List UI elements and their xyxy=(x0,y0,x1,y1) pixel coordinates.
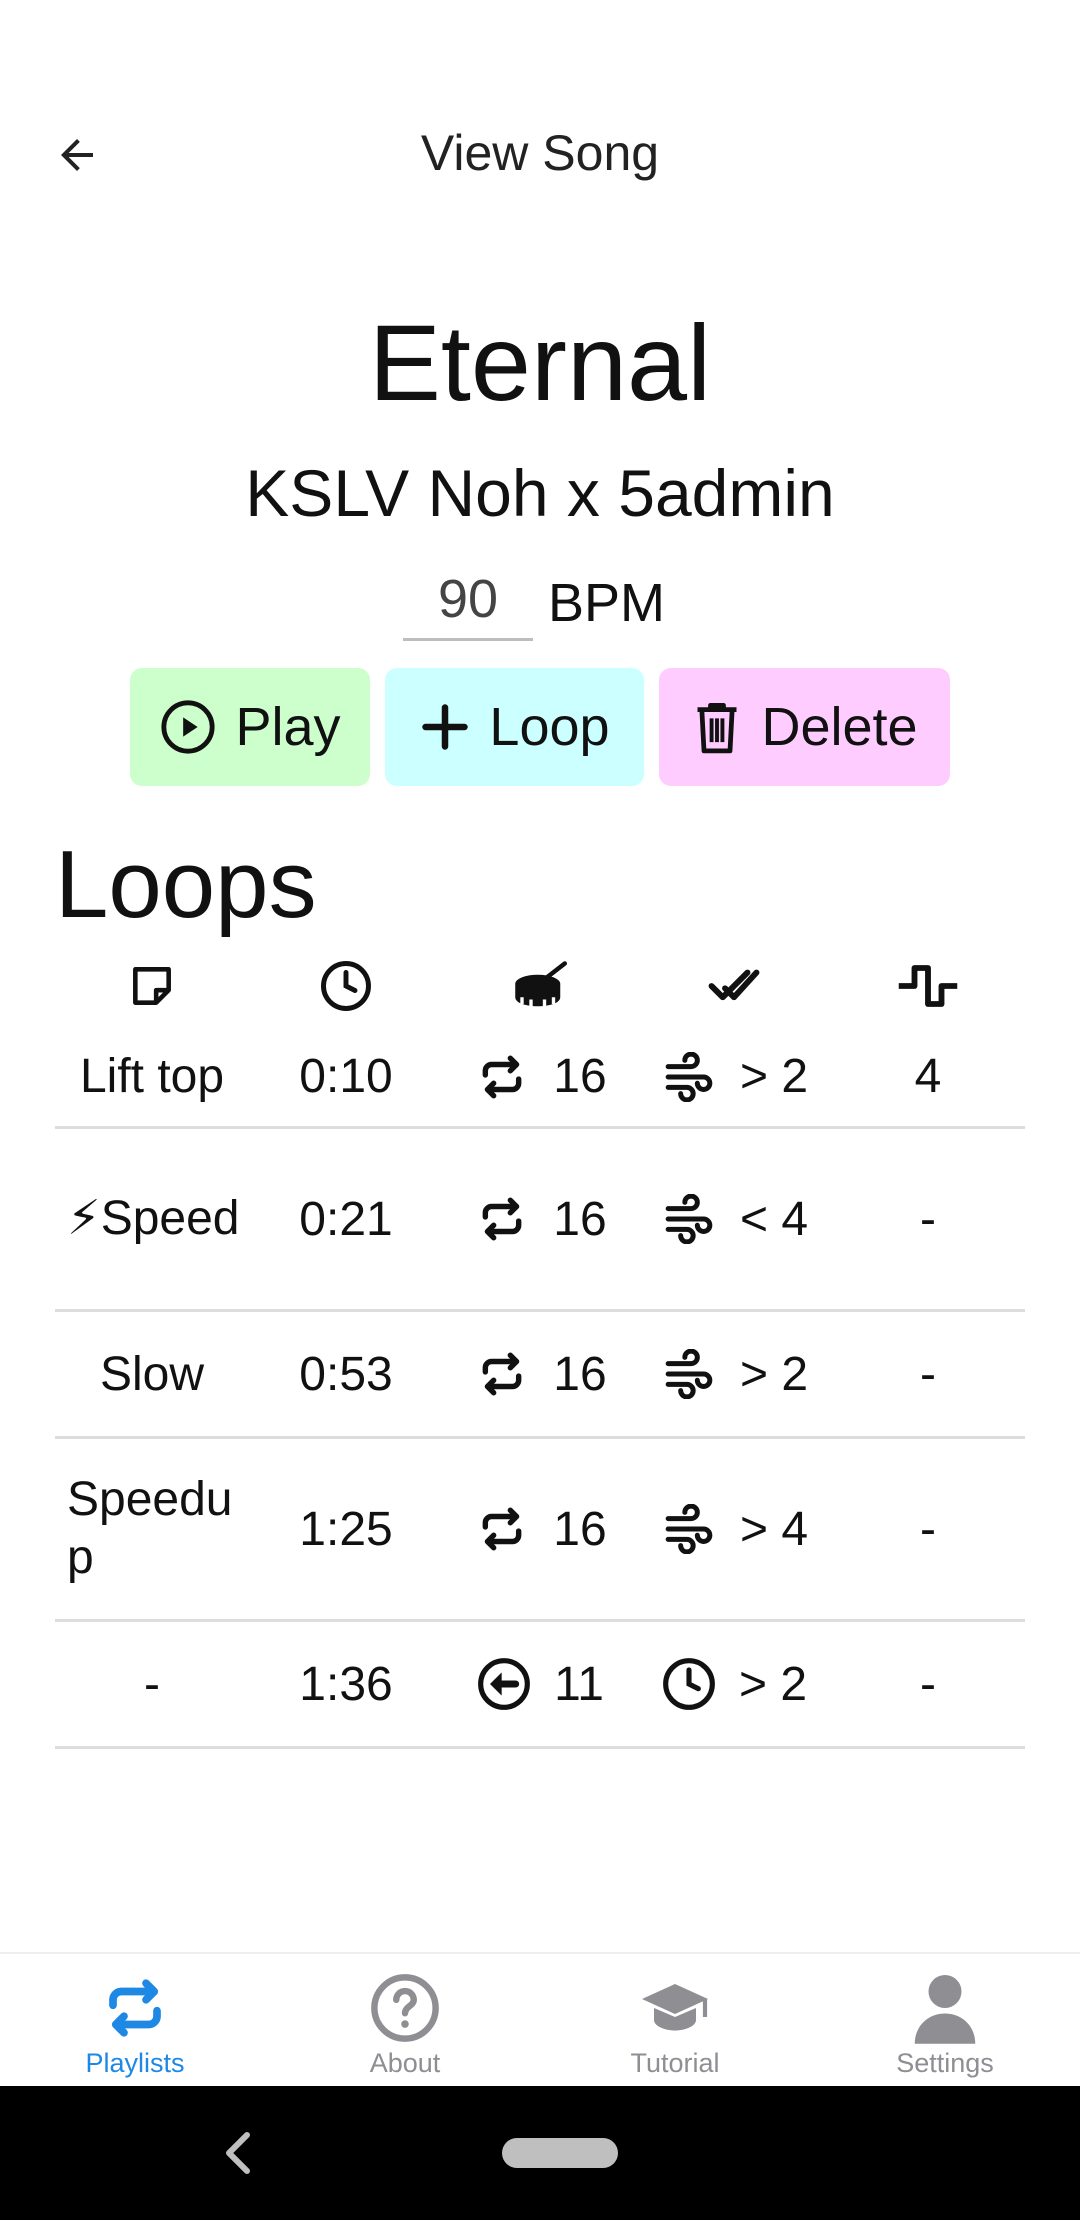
delete-button[interactable]: Delete xyxy=(659,668,950,786)
loop-label: Loop xyxy=(489,697,610,757)
note-icon xyxy=(133,967,171,1005)
loop-extra: - xyxy=(920,1192,936,1246)
nav-back-icon[interactable] xyxy=(220,2128,256,2178)
tab-about[interactable]: About xyxy=(270,1954,540,2088)
loop-name: Slow xyxy=(99,1347,205,1401)
loop-condition: > 2 xyxy=(738,1657,808,1711)
tab-label: About xyxy=(369,2048,441,2078)
song-artist: KSLV Noh x 5admin xyxy=(245,456,835,530)
loop-row[interactable]: ⚡Speed 0:21 16 < 4 - xyxy=(55,1129,1025,1312)
clock-icon xyxy=(663,1658,715,1710)
wind-icon xyxy=(665,1504,713,1554)
loop-condition: > 2 xyxy=(739,1050,809,1103)
loop-repeat-count: 16 xyxy=(553,1502,607,1556)
loop-row[interactable]: Slow 0:53 16 > 2 - xyxy=(55,1312,1025,1439)
loop-name: Speedup xyxy=(67,1473,233,1584)
double-check-icon xyxy=(708,969,760,1001)
loop-row[interactable]: Lift top 0:10 16 > 2 4 xyxy=(55,1027,1025,1129)
wind-icon xyxy=(665,1349,713,1399)
loop-row[interactable]: - 1:36 11 > 2 - xyxy=(55,1622,1025,1749)
tab-playlists[interactable]: Playlists xyxy=(0,1954,270,2088)
loop-repeat-count: 11 xyxy=(554,1657,604,1711)
loop-condition: < 4 xyxy=(739,1192,809,1246)
loop-name: - xyxy=(144,1657,160,1711)
tab-label: Playlists xyxy=(85,2048,185,2078)
system-nav-bar xyxy=(0,2086,1080,2220)
song-title: Eternal xyxy=(368,302,712,423)
repeat-icon xyxy=(482,1507,522,1551)
bpm-input[interactable] xyxy=(403,560,533,641)
loops-table: Lift top 0:10 16 > 2 4 ⚡Speed 0:21 16 < … xyxy=(55,945,1025,1749)
app-header: View Song xyxy=(0,90,1080,220)
loop-time: 0:10 xyxy=(299,1050,393,1103)
loop-repeat-count: 16 xyxy=(553,1050,607,1103)
user-icon xyxy=(914,1975,976,2044)
loop-name: Lift top xyxy=(79,1050,225,1103)
repeat-icon xyxy=(482,1055,522,1098)
bpm-row: BPM xyxy=(0,560,1080,641)
loop-time: 1:36 xyxy=(299,1657,393,1711)
loop-repeat-count: 16 xyxy=(553,1192,607,1246)
drum-icon xyxy=(515,961,567,1007)
loop-row[interactable]: Speedup 1:25 16 > 4 - xyxy=(55,1439,1025,1622)
wind-icon xyxy=(665,1051,713,1102)
loop-time: 0:21 xyxy=(299,1192,393,1246)
loop-extra: - xyxy=(920,1502,936,1556)
play-circle-icon xyxy=(159,698,217,756)
action-row: Play Loop Delete xyxy=(0,668,1080,786)
loop-extra: - xyxy=(920,1657,936,1711)
loop-condition: > 2 xyxy=(739,1347,809,1401)
loop-extra: 4 xyxy=(914,1050,942,1103)
tab-tutorial[interactable]: Tutorial xyxy=(540,1954,810,2088)
wave-square-icon xyxy=(898,965,958,1007)
play-label: Play xyxy=(235,697,341,757)
repeat-icon xyxy=(482,1352,522,1396)
tab-label: Tutorial xyxy=(630,2048,720,2078)
trash-icon xyxy=(691,698,743,756)
loop-name: ⚡Speed xyxy=(67,1192,240,1245)
loop-time: 1:25 xyxy=(299,1502,393,1556)
loop-extra: - xyxy=(920,1347,936,1401)
loop-condition: > 4 xyxy=(739,1502,809,1556)
nav-home-pill[interactable] xyxy=(502,2138,618,2168)
wind-icon xyxy=(665,1194,713,1244)
graduation-cap-icon xyxy=(642,1984,708,2031)
delete-label: Delete xyxy=(761,697,918,757)
loop-time: 0:53 xyxy=(299,1347,393,1401)
clock-icon xyxy=(321,961,371,1011)
tab-settings[interactable]: Settings xyxy=(810,1954,1080,2088)
page-title: View Song xyxy=(420,125,660,181)
add-loop-button[interactable]: Loop xyxy=(385,668,644,786)
tab-label: Settings xyxy=(896,2048,994,2078)
question-circle-icon xyxy=(371,1974,439,2042)
bpm-unit-label: BPM xyxy=(548,573,666,633)
repeat-icon xyxy=(109,1979,161,2037)
play-button[interactable]: Play xyxy=(130,668,370,786)
loops-heading: Loops xyxy=(55,831,317,938)
bottom-tab-bar: Playlists About Tutorial Settings xyxy=(0,1952,1080,2088)
repeat-icon xyxy=(482,1197,522,1241)
plus-icon xyxy=(419,701,471,753)
table-header-row xyxy=(55,945,1025,1027)
circle-arrow-left-icon xyxy=(478,1658,530,1710)
loop-repeat-count: 16 xyxy=(553,1347,607,1401)
